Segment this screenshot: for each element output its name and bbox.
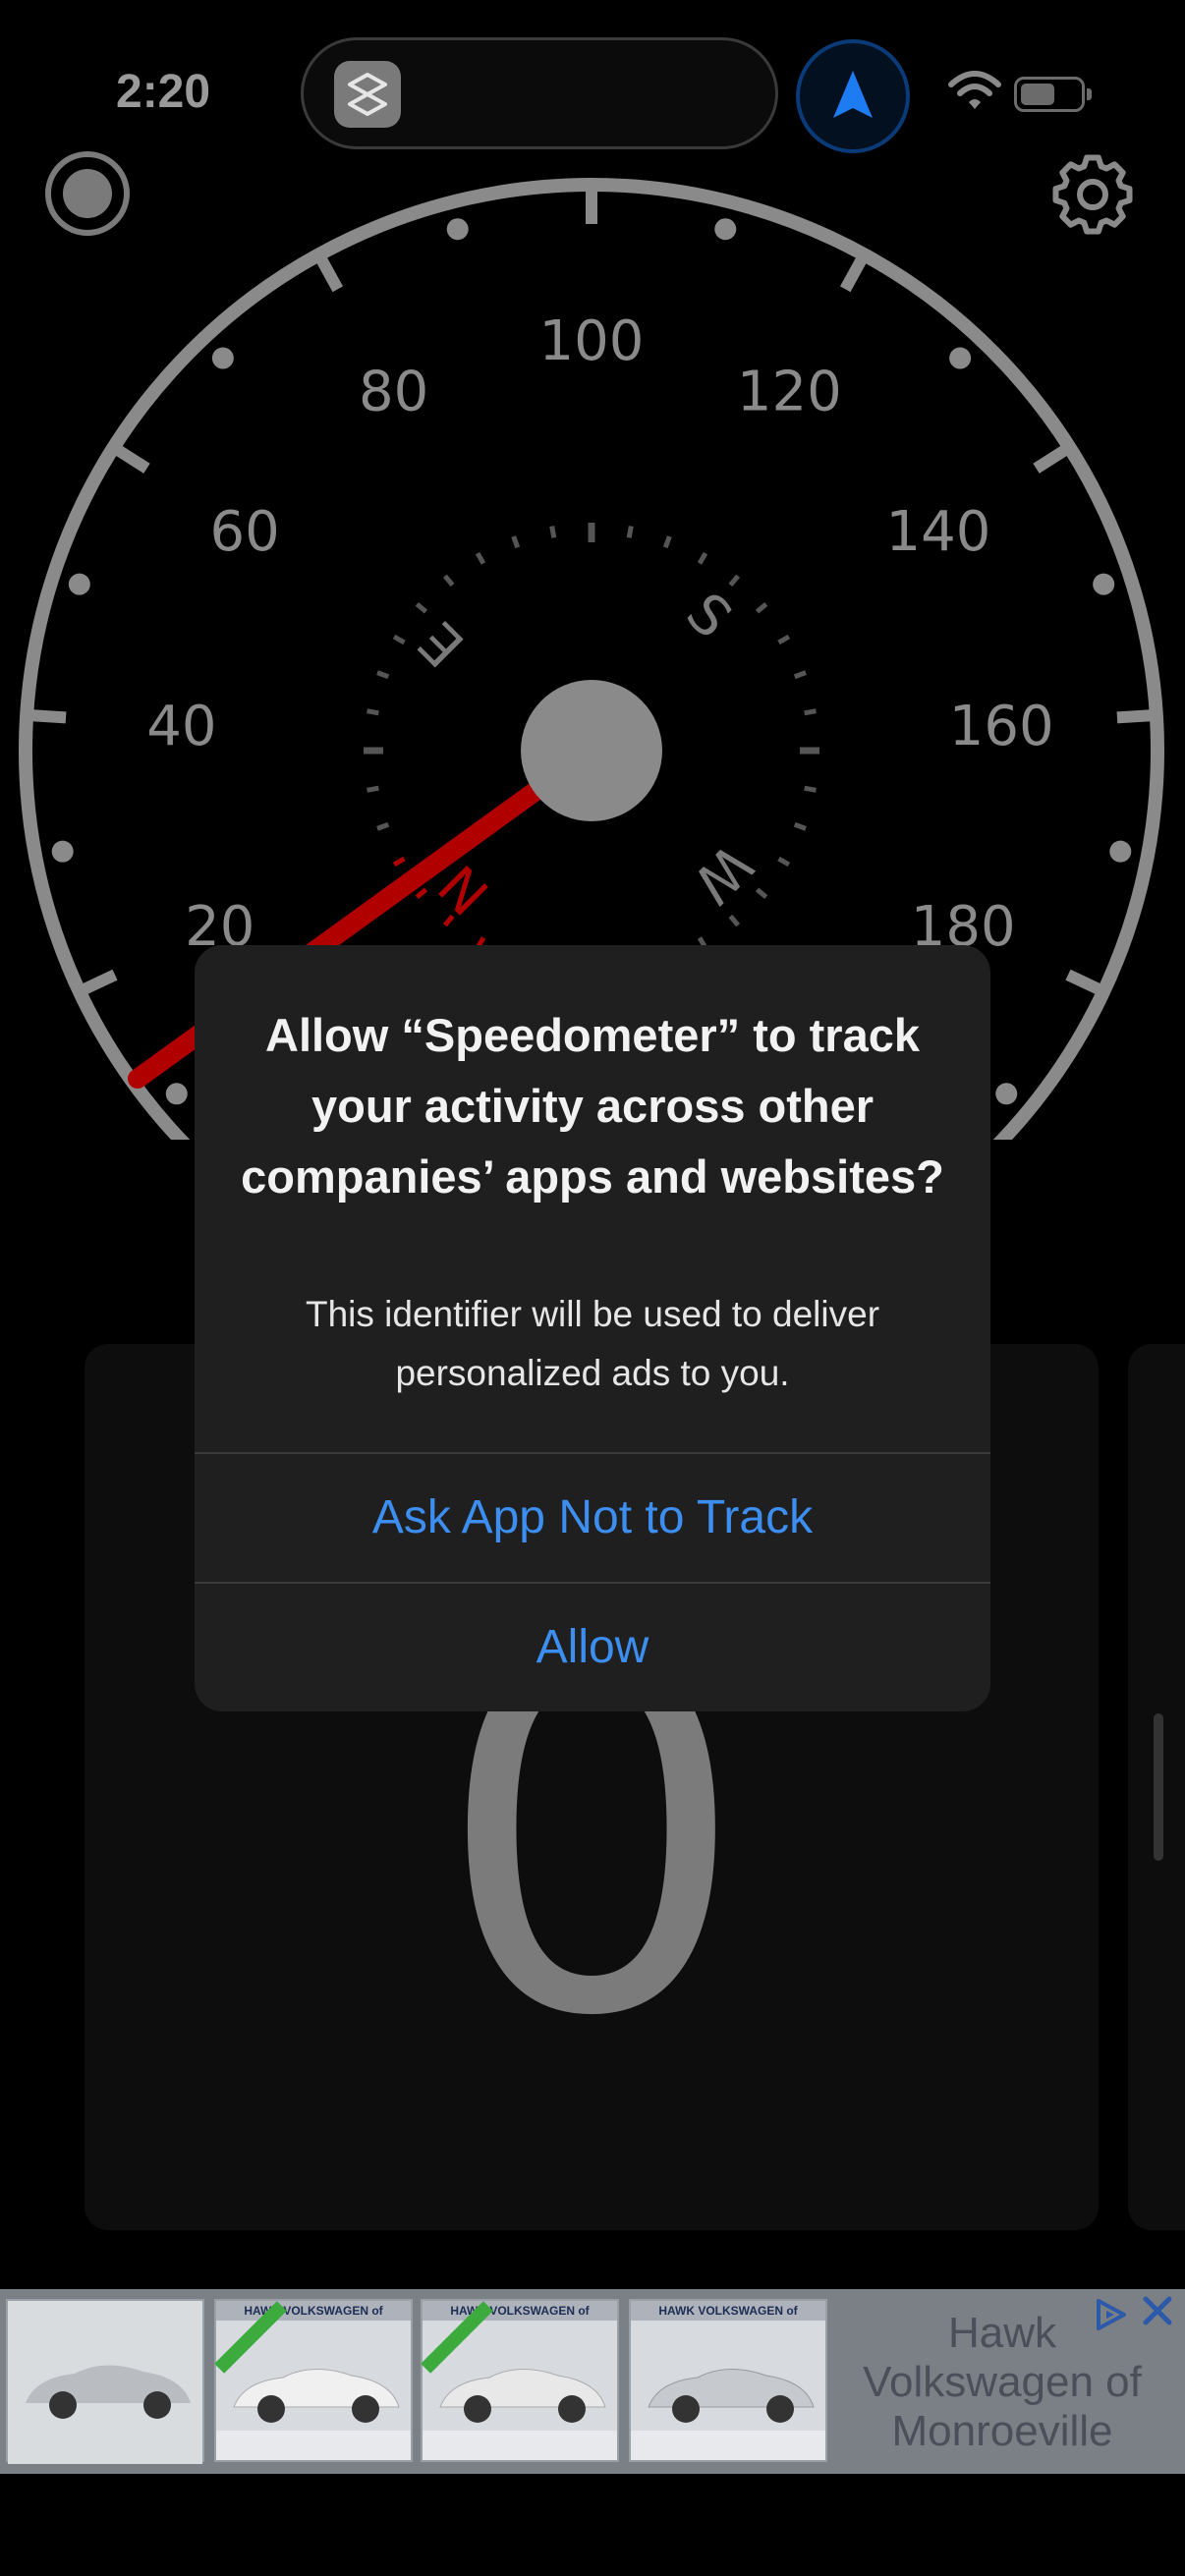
gauge-minor-dot xyxy=(51,840,74,863)
compass-tick xyxy=(777,634,791,645)
gauge-major-tick xyxy=(313,252,344,293)
compass-tick xyxy=(367,708,379,716)
ad-car-image-3[interactable]: HAWK VOLKSWAGEN of MONROEVILLE xyxy=(421,2299,619,2462)
gauge-label-100: 100 xyxy=(539,309,645,373)
compass-tick xyxy=(793,670,807,680)
alert-title: Allow “Speedometer” to track your activi… xyxy=(241,1009,944,1203)
gauge-major-tick xyxy=(839,252,870,293)
gauge-label-40: 40 xyxy=(146,695,216,758)
compass-tick xyxy=(442,574,455,588)
gauge-speed-labels: 20406080100120140160180 xyxy=(146,309,1053,959)
compass-tick xyxy=(415,601,428,614)
compass-tick xyxy=(392,634,406,645)
compass-tick xyxy=(777,856,791,868)
ad-car-image-2[interactable]: HAWK VOLKSWAGEN of MONROEVILLE xyxy=(214,2299,413,2462)
compass-tick xyxy=(793,821,807,831)
gauge-label-80: 80 xyxy=(359,361,428,424)
gauge-major-tick xyxy=(77,969,118,997)
battery-icon xyxy=(1014,77,1085,112)
gauge-label-140: 140 xyxy=(885,500,990,564)
alert-message: This identifier will be used to deliver … xyxy=(305,1294,880,1393)
gauge-major-tick xyxy=(26,708,67,724)
compass-tick xyxy=(755,601,768,614)
ask-not-to-track-button[interactable]: Ask App Not to Track xyxy=(195,1454,990,1582)
scroll-indicator[interactable] xyxy=(1154,1713,1163,1861)
compass-tick xyxy=(804,708,817,716)
gauge-minor-dot xyxy=(1109,840,1132,863)
gauge-label-60: 60 xyxy=(209,500,279,564)
gauge-major-tick xyxy=(1116,708,1157,724)
gauge-hub xyxy=(521,680,662,821)
compass-tick xyxy=(755,887,768,900)
compass-tick xyxy=(415,887,428,900)
ad-car-image-1[interactable] xyxy=(6,2299,204,2464)
gauge-label-160: 160 xyxy=(949,695,1054,758)
gauge-minor-dot xyxy=(995,1083,1018,1105)
tracking-permission-alert: Allow “Speedometer” to track your activi… xyxy=(195,945,990,1711)
compass-tick xyxy=(376,670,390,680)
compass-e-label: E xyxy=(407,609,477,679)
compass-tick xyxy=(804,785,817,793)
compass-s-label: S xyxy=(674,581,744,650)
ad-choices-icon[interactable] xyxy=(1091,2295,1130,2343)
wifi-icon xyxy=(947,69,1002,117)
gauge-minor-dot xyxy=(446,218,469,241)
gauge-minor-dot xyxy=(211,347,234,369)
compass-tick xyxy=(511,535,521,549)
gauge-major-tick xyxy=(1065,969,1106,997)
allow-button[interactable]: Allow xyxy=(195,1584,990,1711)
gauge-minor-dot xyxy=(1093,573,1115,595)
gauge-minor-dot xyxy=(949,347,972,369)
compass-tick xyxy=(549,526,557,538)
status-time: 2:20 xyxy=(116,66,211,118)
compass-tick xyxy=(697,551,708,565)
gauge-minor-dot xyxy=(714,218,737,241)
battery-tip xyxy=(1087,88,1092,100)
compass-tick xyxy=(728,914,741,927)
compass-tick xyxy=(392,856,406,868)
compass-tick xyxy=(728,574,741,588)
compass-tick xyxy=(376,821,390,831)
location-arrow-icon[interactable] xyxy=(796,39,910,153)
ad-car-image-4[interactable]: HAWK VOLKSWAGEN of MONROEVILLE xyxy=(629,2299,827,2462)
compass-tick xyxy=(367,785,379,793)
gauge-label-120: 120 xyxy=(737,361,842,424)
gauge-minor-dot xyxy=(68,573,90,595)
shortcuts-app-icon xyxy=(334,61,401,128)
gauge-major-tick xyxy=(1033,442,1073,474)
ad-close-icon[interactable] xyxy=(1140,2293,1175,2338)
gauge-minor-dot xyxy=(165,1083,188,1105)
compass-tick xyxy=(662,535,672,549)
compass-tick xyxy=(475,551,486,565)
compass-tick xyxy=(626,526,634,538)
compass-w-label: W xyxy=(681,832,764,916)
gauge-major-tick xyxy=(110,442,150,474)
